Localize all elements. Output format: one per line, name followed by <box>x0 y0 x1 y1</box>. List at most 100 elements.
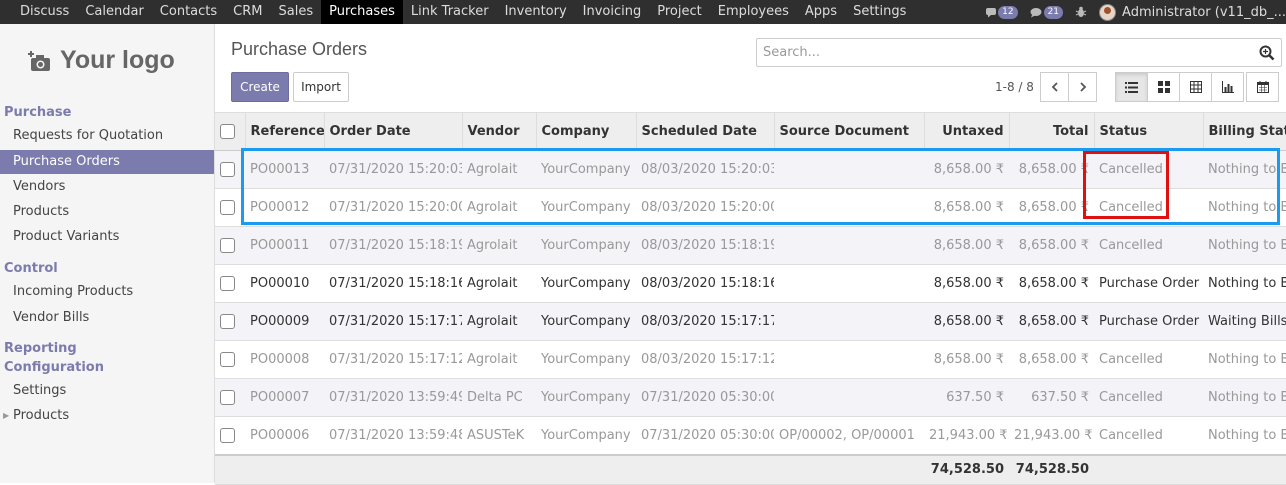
sidebar-item-incoming-products[interactable]: Incoming Products <box>0 280 214 304</box>
row-scheduled-date: 08/03/2020 15:20:03 <box>636 150 774 189</box>
row-checkbox[interactable] <box>220 276 235 291</box>
sidebar-section-control[interactable]: Control <box>4 261 58 276</box>
sidebar-section-purchase[interactable]: Purchase <box>4 105 71 120</box>
row-select-cell <box>215 150 245 189</box>
bar-chart-icon <box>1221 81 1234 93</box>
menu-invoicing[interactable]: Invoicing <box>575 0 650 24</box>
column-header-order-date[interactable]: Order Date <box>324 112 463 151</box>
debug-indicator[interactable] <box>1075 6 1087 18</box>
messages-indicator[interactable]: 12 <box>985 5 1018 19</box>
row-source-document <box>774 340 924 379</box>
graph-view-button[interactable] <box>1211 72 1244 102</box>
row-company: YourCompany <box>536 188 636 227</box>
row-billing-status: Nothing to Bill <box>1203 416 1286 455</box>
row-checkbox[interactable] <box>220 352 235 367</box>
row-total: 8,658.00 ₹ <box>1009 150 1094 189</box>
create-button[interactable]: Create <box>231 72 289 102</box>
column-header-source-document[interactable]: Source Document <box>774 112 925 151</box>
table-row[interactable]: PO00007 07/31/2020 13:59:49 Delta PC YourCo… <box>215 378 1286 417</box>
table-row[interactable]: PO00009 07/31/2020 15:17:17 Agrolait YourCo… <box>215 302 1286 341</box>
sidebar-item-settings[interactable]: Settings <box>0 379 214 403</box>
sidebar-item-vendors[interactable]: Vendors <box>0 175 214 199</box>
row-order-date: 07/31/2020 15:17:17 <box>324 302 462 341</box>
row-checkbox[interactable] <box>220 427 235 443</box>
calendar-view-button[interactable] <box>1246 72 1279 102</box>
list-view-button[interactable] <box>1115 72 1148 102</box>
sidebar-item-requests-for-quotation[interactable]: Requests for Quotation <box>0 124 214 148</box>
chat-indicator[interactable]: 21 <box>1030 5 1064 19</box>
column-header-scheduled-date[interactable]: Scheduled Date <box>636 112 775 151</box>
table-row[interactable]: PO00008 07/31/2020 15:17:12 Agrolait YourCo… <box>215 340 1286 379</box>
column-header-billing-status[interactable]: Billing Status <box>1203 112 1286 151</box>
menu-purchases[interactable]: Purchases <box>321 0 403 24</box>
menu-employees[interactable]: Employees <box>710 0 797 24</box>
sidebar-item-vendor-bills[interactable]: Vendor Bills <box>0 306 214 330</box>
sidebar-item-config-products[interactable]: ▶ Products <box>0 404 214 428</box>
pivot-view-button[interactable] <box>1179 72 1212 102</box>
table-row[interactable]: PO00011 07/31/2020 15:18:19 Agrolait YourCo… <box>215 226 1286 265</box>
column-header-total[interactable]: Total <box>1009 112 1095 151</box>
row-untaxed: 8,658.00 ₹ <box>924 302 1009 341</box>
kanban-view-button[interactable] <box>1147 72 1180 102</box>
menu-inventory[interactable]: Inventory <box>497 0 575 24</box>
row-vendor: Agrolait <box>462 340 536 379</box>
row-checkbox[interactable] <box>220 238 235 253</box>
menu-sales[interactable]: Sales <box>270 0 321 24</box>
row-vendor: Agrolait <box>462 150 536 189</box>
search-icon[interactable] <box>1259 45 1275 61</box>
table-row[interactable]: PO00006 07/31/2020 13:59:48 ASUSTeK YourCom… <box>215 416 1286 455</box>
row-company: YourCompany <box>536 150 636 189</box>
row-untaxed: 8,658.00 ₹ <box>924 226 1009 265</box>
row-source-document <box>774 302 924 341</box>
sidebar-section-reporting[interactable]: Reporting <box>4 341 77 356</box>
menu-settings[interactable]: Settings <box>845 0 914 24</box>
import-button[interactable]: Import <box>293 72 349 102</box>
row-checkbox[interactable] <box>220 390 235 405</box>
table-row[interactable]: PO00012 07/31/2020 15:20:00 Agrolait YourCo… <box>215 188 1286 227</box>
row-select-cell <box>215 264 245 303</box>
sidebar-item-product-variants[interactable]: Product Variants <box>0 225 214 249</box>
pager-previous-button[interactable] <box>1040 72 1069 102</box>
row-checkbox[interactable] <box>220 314 235 329</box>
user-name[interactable]: Administrator (v11_db_... <box>1122 5 1286 20</box>
row-status: Cancelled <box>1094 416 1203 455</box>
column-header-untaxed[interactable]: Untaxed <box>924 112 1010 151</box>
row-untaxed: 21,943.00 ₹ <box>924 416 1009 455</box>
row-order-date: 07/31/2020 13:59:48 <box>324 416 462 455</box>
search-input[interactable] <box>757 39 1247 66</box>
menu-discuss[interactable]: Discuss <box>0 0 77 24</box>
row-checkbox[interactable] <box>220 200 235 215</box>
row-checkbox[interactable] <box>220 162 235 177</box>
row-total: 8,658.00 ₹ <box>1009 302 1094 341</box>
select-all-cell <box>215 112 246 151</box>
menu-calendar[interactable]: Calendar <box>77 0 151 24</box>
sidebar-item-purchase-orders[interactable]: Purchase Orders <box>0 150 214 174</box>
row-company: YourCompany <box>536 378 636 417</box>
user-avatar[interactable] <box>1099 3 1117 21</box>
row-status: Purchase Order <box>1094 302 1203 341</box>
menu-project[interactable]: Project <box>649 0 709 24</box>
column-header-reference[interactable]: Reference <box>245 112 325 151</box>
select-all-checkbox[interactable] <box>220 124 235 139</box>
row-scheduled-date: 07/31/2020 05:30:00 <box>636 378 774 417</box>
row-total: 21,943.00 ₹ <box>1009 416 1094 455</box>
row-total: 8,658.00 ₹ <box>1009 226 1094 265</box>
menu-crm[interactable]: CRM <box>225 0 270 24</box>
menu-contacts[interactable]: Contacts <box>152 0 225 24</box>
table-row[interactable]: PO00013 07/31/2020 15:20:03 Agrolait YourCo… <box>215 150 1286 189</box>
row-scheduled-date: 08/03/2020 15:20:00 <box>636 188 774 227</box>
sidebar-item-products[interactable]: Products <box>0 200 214 224</box>
column-header-status[interactable]: Status <box>1094 112 1204 151</box>
pager-value[interactable]: 1-8 / 8 <box>995 80 1034 94</box>
menu-link-tracker[interactable]: Link Tracker <box>403 0 497 24</box>
menu-apps[interactable]: Apps <box>797 0 845 24</box>
row-vendor: Agrolait <box>462 188 536 227</box>
row-reference: PO00009 <box>245 302 324 341</box>
column-header-vendor[interactable]: Vendor <box>462 112 537 151</box>
column-header-company[interactable]: Company <box>536 112 637 151</box>
sidebar-section-configuration[interactable]: Configuration <box>4 360 104 375</box>
table-row[interactable]: PO00010 07/31/2020 15:18:16 Agrolait YourCo… <box>215 264 1286 303</box>
row-billing-status: Waiting Bills <box>1203 302 1286 341</box>
row-company: YourCompany <box>536 226 636 265</box>
pager-next-button[interactable] <box>1068 72 1097 102</box>
